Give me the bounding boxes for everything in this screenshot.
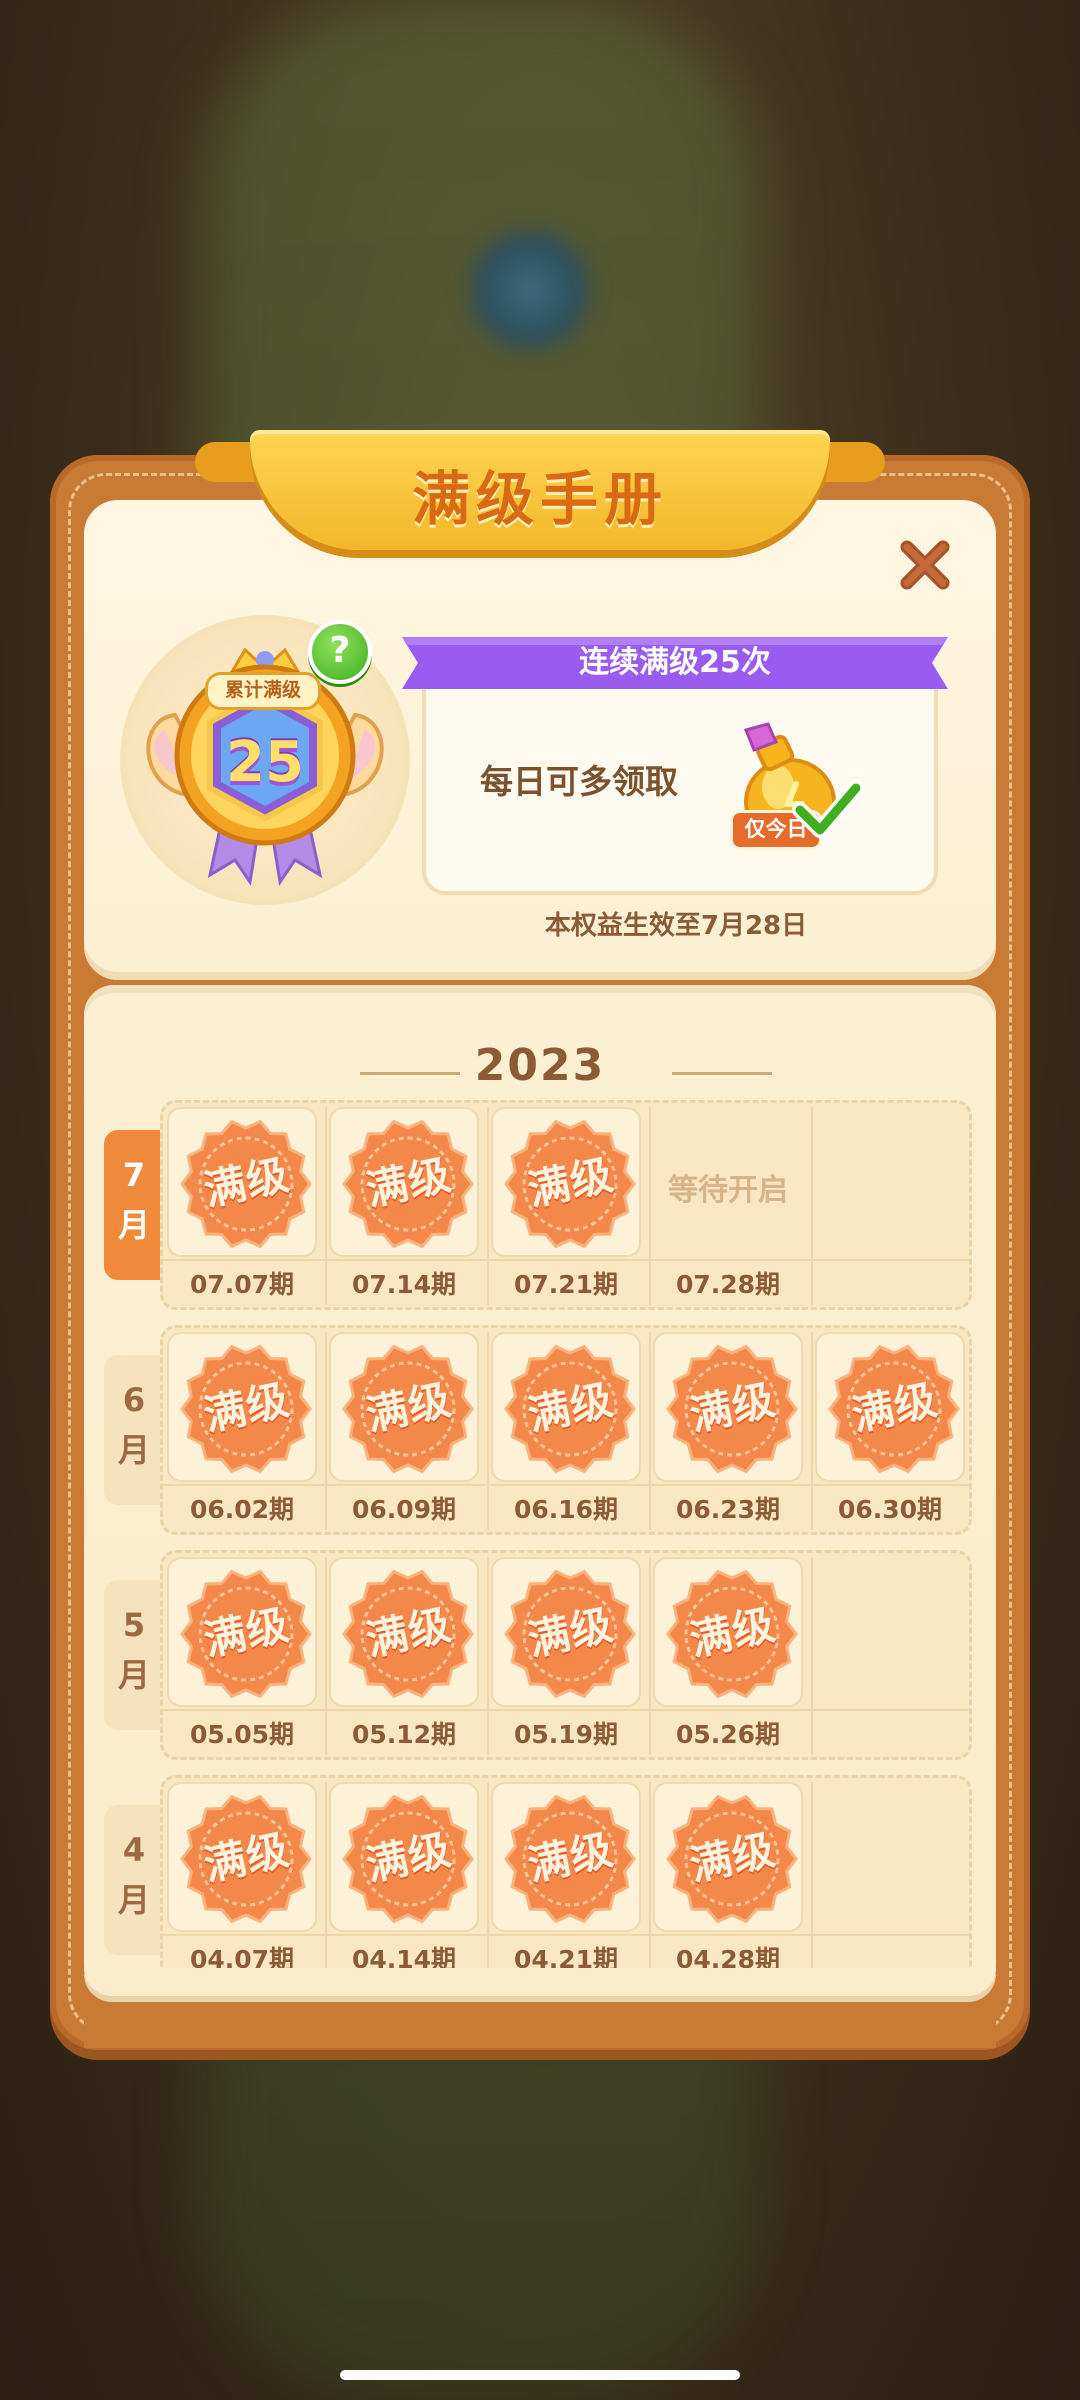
month-suffix: 月 (117, 1206, 150, 1244)
stamp-card: 满级 (815, 1332, 965, 1482)
month-number: 6 (122, 1381, 146, 1419)
period-cell[interactable]: 满级 06.30期 (813, 1332, 967, 1532)
period-cell[interactable]: 满级 05.12期 (327, 1557, 481, 1757)
period-label: 05.05期 (189, 1720, 295, 1749)
streak-text: 连续满级25次 (579, 645, 771, 680)
stamp-card: 满级 (491, 1782, 641, 1932)
month-suffix: 月 (117, 1881, 150, 1919)
period-cell[interactable]: 满级 06.16期 (489, 1332, 643, 1532)
period-cell[interactable]: 满级 04.28期 (651, 1782, 805, 1982)
month-suffix: 月 (117, 1431, 150, 1469)
title-ribbon: 满级手册 (195, 430, 885, 560)
badge-count: 25 (226, 730, 304, 795)
close-button[interactable] (895, 535, 955, 595)
month-tab-7[interactable]: 7月 (104, 1130, 164, 1280)
period-cell[interactable]: 满级 04.07期 (165, 1782, 319, 1982)
period-cell[interactable]: 满级 05.19期 (489, 1557, 643, 1757)
close-icon (900, 540, 950, 590)
period-label: 07.07期 (189, 1270, 295, 1299)
stamp-card: 满级 (329, 1107, 479, 1257)
period-cell[interactable]: 满级 07.21期 (489, 1107, 643, 1307)
stamp-card: 满级 (329, 1332, 479, 1482)
period-cell[interactable]: 满级 04.14期 (327, 1782, 481, 1982)
month-block-4: 4 月满级 04.07期 满级 04.14期 满级 04.21期 满级 04.28期 (104, 1775, 974, 1985)
reward-description: 每日可多领取 (480, 762, 678, 801)
month-tab-5[interactable]: 5月 (104, 1580, 164, 1730)
period-cell[interactable]: 满级 04.21期 (489, 1782, 643, 1982)
stamp-card: 满级 (329, 1557, 479, 1707)
page-title: 满级手册 (411, 465, 668, 533)
waiting-status: 等待开启 (668, 1173, 788, 1208)
stamp-card: 满级 (329, 1782, 479, 1932)
month-tab-4[interactable]: 4月 (104, 1805, 164, 1955)
period-label: 07.21期 (513, 1270, 619, 1299)
month-block-6: 6 月满级 06.02期 满级 06.09期 满级 06.16期 满级 06.23期 满级 06.3… (104, 1325, 974, 1535)
stamp-card: 满级 (653, 1332, 803, 1482)
stamp-card: 满级 (491, 1332, 641, 1482)
period-label: 06.23期 (675, 1495, 781, 1524)
period-label: 06.09期 (351, 1495, 457, 1524)
period-label: 05.26期 (675, 1720, 781, 1749)
period-cell[interactable]: 满级 06.23期 (651, 1332, 805, 1532)
year-label: 2023 (474, 1040, 606, 1091)
background-orb (470, 230, 590, 350)
month-tab-6[interactable]: 6月 (104, 1355, 164, 1505)
period-cell[interactable]: 等待开启 07.28期 (651, 1107, 805, 1307)
stamp-card: 满级 (491, 1107, 641, 1257)
home-indicator[interactable] (340, 2370, 740, 2380)
month-number: 4 (122, 1831, 146, 1869)
month-grid: 满级 05.05期 满级 05.12期 满级 05.19期 满级 05.26期 (160, 1550, 972, 1760)
month-number: 5 (122, 1606, 146, 1644)
period-label: 07.14期 (351, 1270, 457, 1299)
period-cell[interactable]: 满级 05.26期 (651, 1557, 805, 1757)
period-cell[interactable]: 满级 07.07期 (165, 1107, 319, 1307)
help-button[interactable]: ? (308, 620, 372, 684)
month-suffix: 月 (117, 1656, 150, 1694)
stamp-card: 满级 (167, 1332, 317, 1482)
stamp-card: 满级 (167, 1557, 317, 1707)
ribbon-front: 满级手册 (250, 430, 830, 550)
period-cell[interactable]: 满级 07.14期 (327, 1107, 481, 1307)
period-label: 06.30期 (837, 1495, 943, 1524)
period-cell[interactable]: 满级 06.02期 (165, 1332, 319, 1532)
period-label: 06.02期 (189, 1495, 295, 1524)
period-label: 05.12期 (351, 1720, 457, 1749)
checkmark-icon (792, 780, 862, 838)
period-cell[interactable]: 满级 05.05期 (165, 1557, 319, 1757)
stamp-card: 满级 (653, 1782, 803, 1932)
month-grid: 满级 07.07期 满级 07.14期 满级 07.21期 等待开启 07.28期 (160, 1100, 972, 1310)
benefit-valid-until: 本权益生效至7月28日 (544, 911, 808, 941)
period-label: 07.28期 (675, 1270, 781, 1299)
badge-label: 累计满级 (205, 672, 321, 710)
column-divider (811, 1782, 813, 1980)
stamp-card: 满级 (491, 1557, 641, 1707)
period-cell[interactable]: 满级 06.09期 (327, 1332, 481, 1532)
period-label: 06.16期 (513, 1495, 619, 1524)
column-divider (811, 1557, 813, 1755)
month-block-7: 7 月满级 07.07期 满级 07.14期 满级 07.21期 等待开启 07.28期 (104, 1100, 974, 1310)
page-bottom-edge (84, 1968, 996, 1996)
stamp-card: 满级 (167, 1782, 317, 1932)
column-divider (811, 1107, 813, 1305)
stamp-card: 满级 (653, 1557, 803, 1707)
month-number: 7 (122, 1156, 146, 1194)
period-label: 05.19期 (513, 1720, 619, 1749)
month-grid: 满级 04.07期 满级 04.14期 满级 04.21期 满级 04.28期 (160, 1775, 972, 1985)
stamp-card: 满级 (167, 1107, 317, 1257)
month-block-5: 5 月满级 05.05期 满级 05.12期 满级 05.19期 满级 05.26期 (104, 1550, 974, 1760)
month-grid: 满级 06.02期 满级 06.09期 满级 06.16期 满级 06.23期 满级 06.30期 (160, 1325, 972, 1535)
